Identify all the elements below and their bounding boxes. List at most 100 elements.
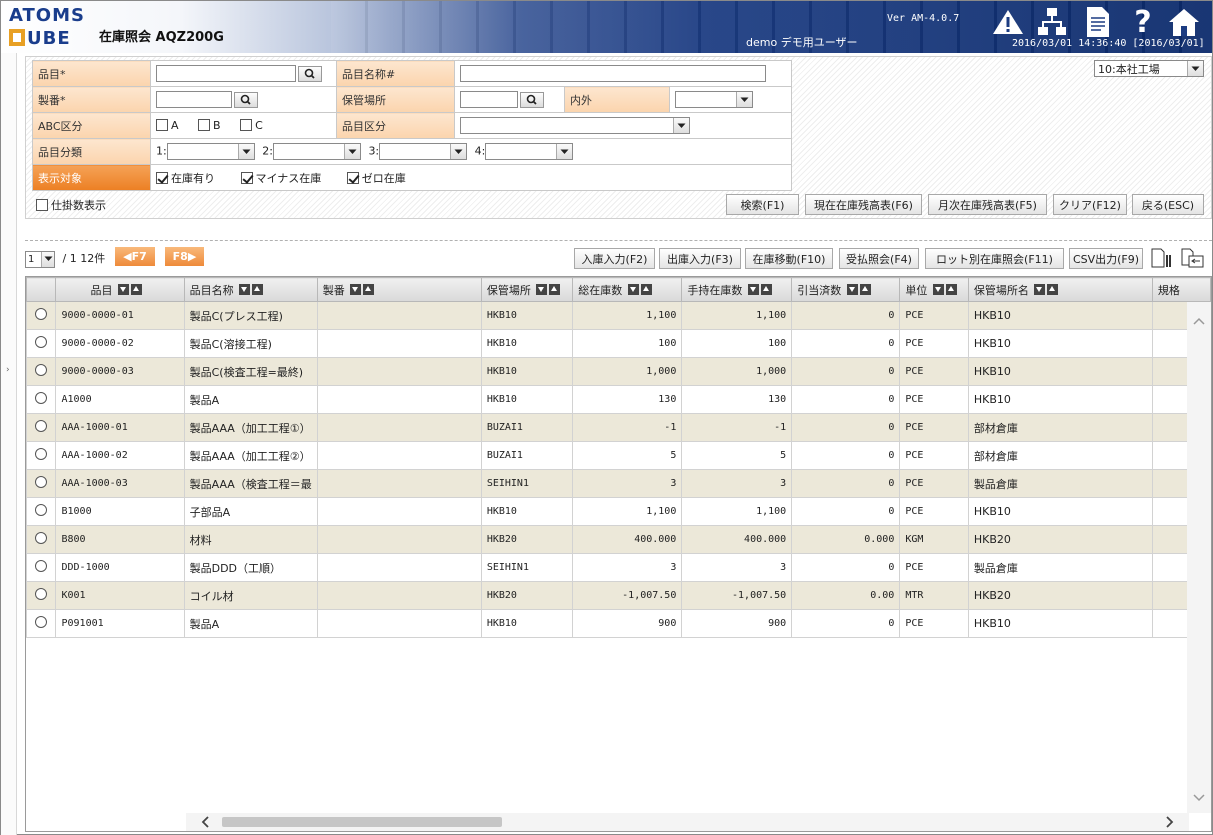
abc-b-checkbox[interactable] [198,119,211,131]
table-row[interactable]: AAA-1000-01 製品AAA（加工工程①） BUZAI1 -1 -1 0 PCE 部材倉… [26,413,1211,442]
location-search-button[interactable] [520,91,544,108]
abc-a-checkbox[interactable] [156,119,168,131]
csv-export-button[interactable]: CSV出力(F9) [1069,248,1143,269]
table-row[interactable]: 9000-0000-02 製品C(溶接工程) HKB10 100 100 0 PCE HKB1… [26,329,1211,358]
lot-stock-inquiry-button[interactable]: ロット別在庫照会(F11) [925,248,1064,269]
scroll-down-icon[interactable] [1187,787,1211,807]
column-header-unit[interactable]: 単位 [899,277,969,302]
category-2-select[interactable] [272,143,361,160]
sort-asc-icon[interactable] [130,283,142,295]
sitemap-icon[interactable] [1035,7,1069,37]
table-row[interactable]: 9000-0000-03 製品C(検査工程=最終) HKB10 1,000 1,000 0… [26,357,1211,386]
table-row[interactable]: B800 材料 HKB20 400.000 400.000 0.000 KGM HKB20 [26,525,1211,554]
category-1-select[interactable] [166,143,255,160]
row-select-radio[interactable] [35,308,48,320]
sort-desc-icon[interactable] [536,283,548,295]
row-select-radio[interactable] [35,392,48,404]
abc-c-checkbox[interactable] [240,119,253,131]
sort-desc-icon[interactable] [627,283,639,295]
next-page-button[interactable]: F8▶ [165,247,204,266]
sort-asc-icon[interactable] [760,283,772,295]
table-row[interactable]: K001 コイル材 HKB20 -1,007.50 -1,007.50 0.00 MTR HK… [26,581,1211,610]
vertical-scrollbar[interactable] [1187,302,1211,813]
column-header-seiban[interactable]: 製番 [316,277,482,302]
sort-asc-icon[interactable] [549,283,561,295]
help-icon[interactable]: ? [1126,5,1160,40]
minus-stock-checkbox[interactable] [240,171,253,184]
row-select-radio[interactable] [35,616,48,628]
scroll-left-icon[interactable] [196,813,216,831]
clear-button[interactable]: クリア(F12) [1053,194,1127,215]
item-search-button[interactable] [298,65,322,82]
row-select-radio[interactable] [35,448,48,460]
category-4-select[interactable] [485,143,574,160]
warning-icon[interactable] [991,7,1025,37]
sort-asc-icon[interactable] [945,283,957,295]
row-select-radio[interactable] [35,420,48,432]
sort-desc-icon[interactable] [846,283,858,295]
category-3-select[interactable] [379,143,468,160]
in-stock-checkbox[interactable] [156,171,168,184]
search-button[interactable]: 検索(F1) [726,194,799,215]
home-icon[interactable] [1167,7,1201,37]
row-select-radio[interactable] [35,560,48,572]
sort-asc-icon[interactable] [859,283,871,295]
prev-page-button[interactable]: ◀F7 [115,247,155,266]
scroll-up-icon[interactable] [1187,312,1211,332]
copy-document-icon[interactable] [1179,247,1205,269]
page-select[interactable]: 1 [25,250,55,268]
sort-asc-icon[interactable] [252,283,264,295]
payment-inquiry-button[interactable]: 受払照会(F4) [839,248,919,269]
sort-desc-icon[interactable] [117,283,129,295]
receipt-input-button[interactable]: 入庫入力(F2) [574,248,655,269]
column-header-item-name[interactable]: 品目名称 [183,277,318,302]
stock-move-button[interactable]: 在庫移動(F10) [745,248,833,269]
location-input[interactable] [460,91,518,108]
table-row[interactable]: P091001 製品A HKB10 900 900 0 PCE HKB10 [26,609,1211,638]
item-class-select[interactable] [460,117,690,134]
current-stock-report-button[interactable]: 現在在庫残高表(F6) [805,194,922,215]
column-header-total-stock[interactable]: 総在庫数 [572,277,683,302]
row-select-radio[interactable] [35,532,48,544]
table-row[interactable]: AAA-1000-02 製品AAA（加工工程②） BUZAI1 5 5 0 PCE 部材倉庫 [26,441,1211,470]
column-header-location[interactable]: 保管場所 [480,277,574,302]
table-row[interactable]: A1000 製品A HKB10 130 130 0 PCE HKB10 [26,385,1211,414]
column-header-allocated[interactable]: 引当済数 [791,277,901,302]
scroll-right-icon[interactable] [1159,813,1179,831]
item-name-input[interactable] [460,65,766,82]
sort-desc-icon[interactable] [1034,283,1046,295]
table-row[interactable]: DDD-1000 製品DDD（工順） SEIHIN1 3 3 0 PCE 製品倉庫 [26,553,1211,582]
row-select-radio[interactable] [35,364,48,376]
monthly-stock-report-button[interactable]: 月次在庫残高表(F5) [928,194,1047,215]
horizontal-scrollbar[interactable] [186,813,1189,831]
row-select-radio[interactable] [35,504,48,516]
back-button[interactable]: 戻る(ESC) [1132,194,1204,215]
table-row[interactable]: B1000 子部品A HKB10 1,100 1,100 0 PCE HKB10 [26,497,1211,526]
item-input[interactable] [156,65,296,82]
inout-select[interactable] [675,91,753,108]
column-header-spec[interactable]: 規格 [1151,277,1211,302]
row-select-radio[interactable] [35,476,48,488]
sort-desc-icon[interactable] [239,283,251,295]
document-icon[interactable] [1081,7,1115,37]
seiban-search-button[interactable] [234,91,258,108]
issue-input-button[interactable]: 出庫入力(F3) [659,248,741,269]
table-row[interactable]: 9000-0000-01 製品C(プレス工程) HKB10 1,100 1,100 0 PC… [26,301,1211,330]
zero-stock-checkbox[interactable] [346,171,359,184]
row-select-radio[interactable] [35,336,48,348]
shikake-checkbox[interactable] [36,199,48,211]
plant-select[interactable]: 10:本社工場 [1094,60,1204,77]
table-row[interactable]: AAA-1000-03 製品AAA（検査工程＝最 SEIHIN1 3 3 0 PCE 製品倉庫 [26,469,1211,498]
sort-desc-icon[interactable] [747,283,759,295]
sort-desc-icon[interactable] [350,283,362,295]
column-settings-icon[interactable] [1149,247,1173,269]
side-collapse-bar[interactable]: › [1,53,17,835]
horizontal-scroll-thumb[interactable] [222,817,502,827]
sort-desc-icon[interactable] [932,283,944,295]
sort-asc-icon[interactable] [640,283,652,295]
sort-asc-icon[interactable] [363,283,375,295]
column-header-location-name[interactable]: 保管場所名 [967,277,1153,302]
sort-asc-icon[interactable] [1047,283,1059,295]
row-select-radio[interactable] [35,588,48,600]
column-header-on-hand[interactable]: 手持在庫数 [681,277,793,302]
